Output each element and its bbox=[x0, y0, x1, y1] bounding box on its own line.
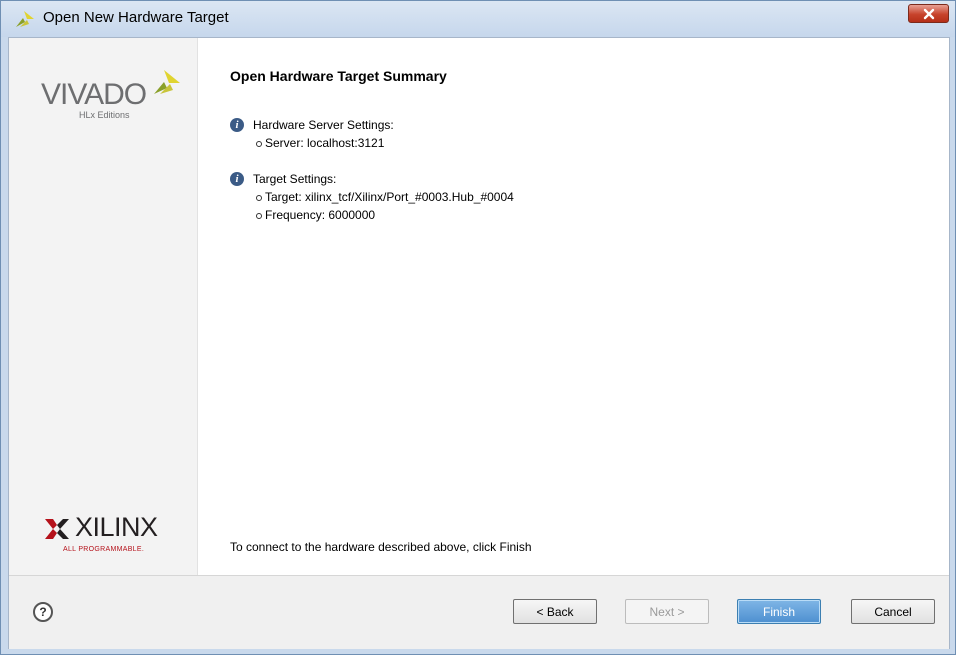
list-item: Server: localhost:3121 bbox=[230, 135, 830, 153]
vivado-mark-icon bbox=[154, 70, 180, 94]
info-icon: i bbox=[230, 118, 244, 132]
close-button[interactable] bbox=[908, 4, 949, 23]
dialog-body: VIVADO HLx Editions XILINX ALL PROGRAMMA… bbox=[8, 37, 950, 649]
xilinx-mark-icon bbox=[45, 519, 69, 539]
vivado-icon bbox=[16, 11, 34, 27]
info-icon: i bbox=[230, 172, 244, 186]
hardware-server-settings-section: i Hardware Server Settings: Server: loca… bbox=[230, 117, 830, 153]
help-icon: ? bbox=[39, 605, 47, 619]
back-button[interactable]: < Back bbox=[513, 599, 597, 624]
frequency-value: Frequency: 6000000 bbox=[265, 208, 376, 222]
close-icon bbox=[923, 8, 934, 19]
cancel-button[interactable]: Cancel bbox=[851, 599, 935, 624]
next-button[interactable]: Next > bbox=[625, 599, 709, 624]
bullet-icon bbox=[256, 141, 262, 147]
vivado-edition-text: HLx Editions bbox=[79, 110, 130, 120]
branding-sidebar: VIVADO HLx Editions XILINX ALL PROGRAMMA… bbox=[9, 38, 198, 575]
window-title: Open New Hardware Target bbox=[43, 9, 229, 26]
bullet-icon bbox=[256, 213, 262, 219]
help-button[interactable]: ? bbox=[33, 602, 53, 622]
section-title: Hardware Server Settings: bbox=[253, 118, 394, 132]
vivado-logo-text: VIVADO bbox=[41, 78, 147, 111]
target-value: Target: xilinx_tcf/Xilinx/Port_#0003.Hub… bbox=[265, 190, 514, 204]
dialog-window: Open New Hardware Target VIVADO HLx Edit… bbox=[0, 0, 956, 655]
bullet-icon bbox=[256, 195, 262, 201]
xilinx-tagline: ALL PROGRAMMABLE. bbox=[63, 546, 145, 553]
instruction-text: To connect to the hardware described abo… bbox=[230, 540, 532, 554]
server-value: Server: localhost:3121 bbox=[265, 136, 385, 150]
page-title: Open Hardware Target Summary bbox=[230, 68, 447, 84]
vivado-logo: VIVADO HLx Editions bbox=[39, 68, 180, 120]
button-bar: ? < Back Next > Finish Cancel bbox=[9, 575, 949, 649]
finish-button[interactable]: Finish bbox=[737, 599, 821, 624]
title-bar[interactable]: Open New Hardware Target bbox=[1, 1, 955, 37]
xilinx-logo: XILINX ALL PROGRAMMABLE. bbox=[43, 512, 173, 556]
list-item: Frequency: 6000000 bbox=[230, 207, 830, 225]
section-title: Target Settings: bbox=[253, 172, 337, 186]
list-item: Target: xilinx_tcf/Xilinx/Port_#0003.Hub… bbox=[230, 189, 830, 207]
target-settings-section: i Target Settings: Target: xilinx_tcf/Xi… bbox=[230, 171, 830, 225]
xilinx-logo-text: XILINX bbox=[75, 512, 158, 542]
summary-panel: Open Hardware Target Summary i Hardware … bbox=[230, 38, 930, 575]
